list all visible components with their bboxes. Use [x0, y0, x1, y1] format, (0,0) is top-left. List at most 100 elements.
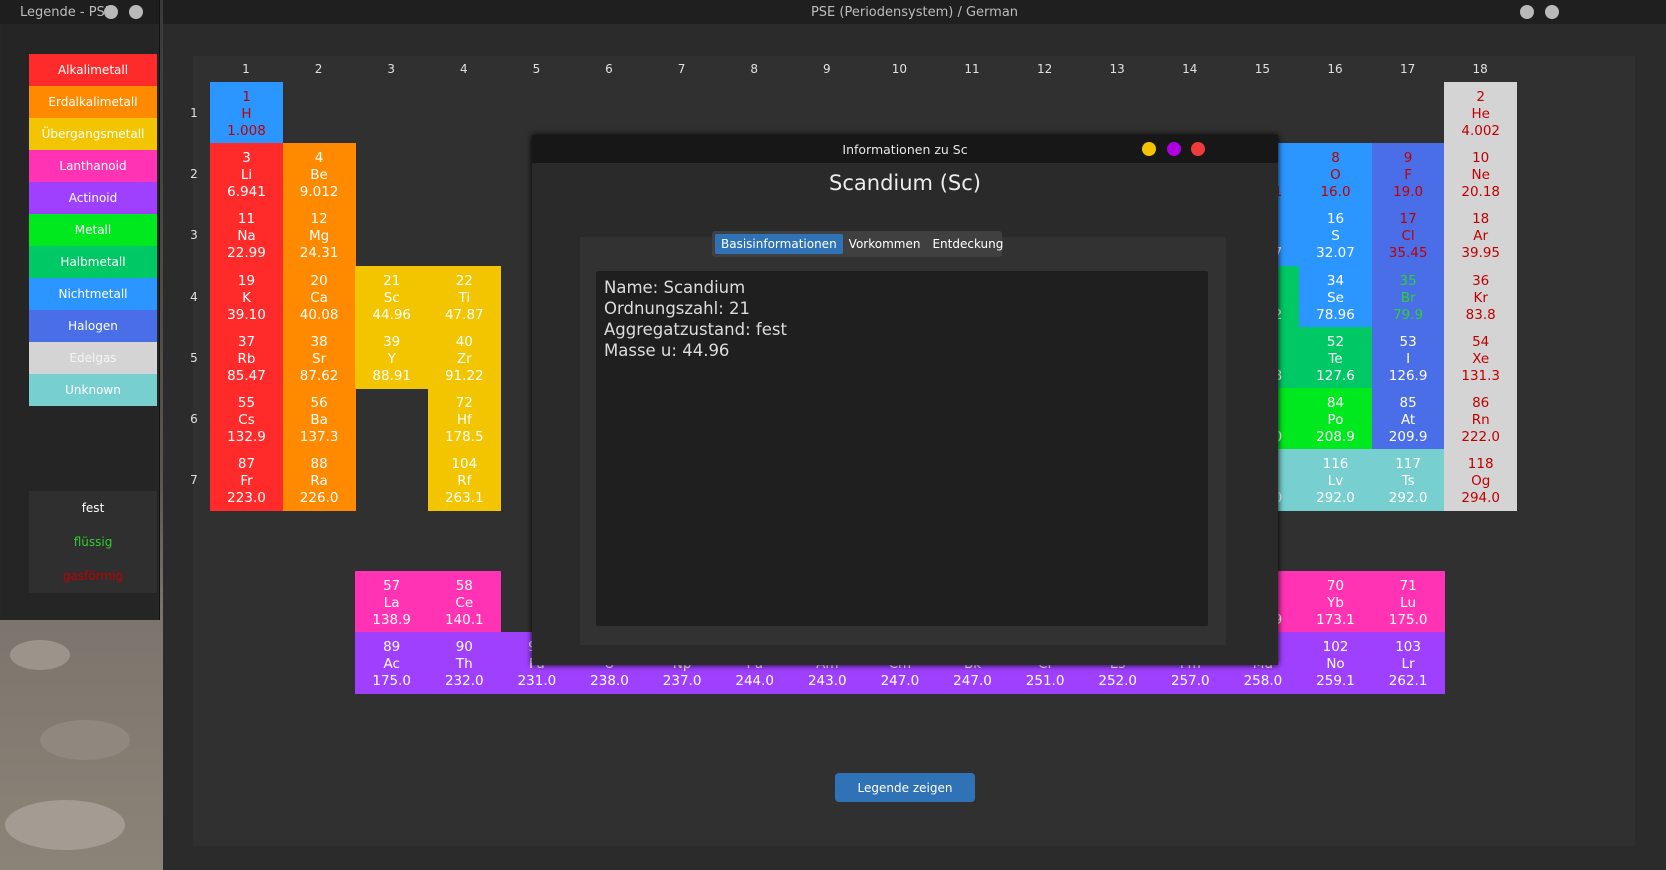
element-cell-br[interactable]: 35 Br 79.9 — [1371, 265, 1445, 328]
element-symbol: Lv — [1327, 473, 1344, 490]
tab-vorkommen[interactable]: Vorkommen — [843, 234, 927, 254]
atomic-number: 52 — [1326, 333, 1345, 350]
element-cell-f[interactable]: 9 F 19.0 — [1371, 143, 1445, 206]
atomic-mass: 231.0 — [517, 673, 557, 689]
element-cell-be[interactable]: 4 Be 9.012 — [282, 143, 356, 206]
atomic-mass: 39.95 — [1461, 245, 1501, 262]
element-symbol: Ce — [455, 595, 474, 611]
atomic-number: 53 — [1399, 333, 1417, 350]
legend-state-item: gasförmig — [62, 569, 124, 583]
group-number: 18 — [1472, 62, 1488, 76]
element-cell-ca[interactable]: 20 Ca 40.08 — [282, 265, 356, 328]
element-cell-li[interactable]: 3 Li 6.941 — [210, 143, 283, 206]
info-text-area: Name: Scandium Ordnungszahl: 21 Aggregat… — [596, 271, 1208, 626]
atomic-number: 36 — [1472, 272, 1490, 289]
atomic-mass: 79.9 — [1393, 306, 1424, 323]
element-cell-mg[interactable]: 12 Mg 24.31 — [282, 204, 356, 267]
element-cell-rn[interactable]: 86 Rn 222.0 — [1444, 388, 1518, 450]
atomic-mass: 78.96 — [1316, 306, 1355, 323]
element-cell-lu[interactable]: 71 Lu 175.0 — [1371, 571, 1445, 633]
dialog-maximize-button[interactable] — [1167, 142, 1181, 156]
atomic-mass: 137.3 — [299, 429, 339, 445]
element-cell-lv[interactable]: 116 Lv 292.0 — [1299, 449, 1372, 512]
element-cell-ar[interactable]: 18 Ar 39.95 — [1444, 204, 1518, 267]
element-cell-ra[interactable]: 88 Ra 226.0 — [282, 449, 356, 512]
atomic-number: 104 — [451, 456, 478, 473]
element-cell-rf[interactable]: 104 Rf 263.1 — [427, 449, 501, 512]
element-cell-og[interactable]: 118 Og 294.0 — [1444, 449, 1518, 512]
element-cell-cs[interactable]: 55 Cs 132.9 — [210, 388, 283, 450]
element-cell-ce[interactable]: 58 Ce 140.1 — [427, 571, 501, 633]
group-number: 3 — [387, 62, 395, 76]
info-line-mass: Masse u: 44.96 — [604, 341, 730, 360]
element-cell-kr[interactable]: 36 Kr 83.8 — [1444, 265, 1518, 328]
element-cell-xe[interactable]: 54 Xe 131.3 — [1444, 326, 1518, 389]
period-number: 4 — [190, 289, 198, 304]
element-cell-h[interactable]: 1 H 1.008 — [210, 82, 283, 144]
atomic-number: 22 — [455, 272, 473, 289]
element-cell-yb[interactable]: 70 Yb 173.1 — [1299, 571, 1372, 633]
atomic-mass: 85.47 — [227, 367, 266, 384]
legend-minimize-button[interactable] — [104, 5, 118, 19]
main-minimize-button[interactable] — [1520, 5, 1534, 19]
atomic-mass: 132.9 — [227, 429, 266, 445]
atomic-number: 88 — [310, 456, 328, 473]
atomic-mass: 222.0 — [1461, 429, 1501, 445]
element-cell-rb[interactable]: 37 Rb 85.47 — [210, 326, 283, 389]
element-cell-se[interactable]: 34 Se 78.96 — [1299, 265, 1372, 328]
element-cell-ba[interactable]: 56 Ba 137.3 — [282, 388, 356, 450]
background-rock — [10, 640, 70, 670]
atomic-mass: 16.0 — [1320, 184, 1351, 201]
element-cell-ts[interactable]: 117 Ts 292.0 — [1371, 449, 1445, 512]
element-cell-y[interactable]: 39 Y 88.91 — [355, 326, 429, 389]
legend-close-button[interactable] — [129, 5, 143, 19]
element-cell-hf[interactable]: 72 Hf 178.5 — [427, 388, 501, 450]
group-number: 14 — [1182, 62, 1198, 76]
dialog-close-button[interactable] — [1191, 142, 1205, 156]
element-cell-ne[interactable]: 10 Ne 20.18 — [1444, 143, 1518, 206]
legend-item-unknown: Unknown — [29, 374, 157, 406]
element-cell-at[interactable]: 85 At 209.9 — [1371, 388, 1445, 450]
atomic-mass: 243.0 — [807, 673, 847, 689]
element-cell-ac[interactable]: 89 Ac 175.0 — [355, 632, 429, 694]
legend-state-list: fest flüssig gasförmig — [29, 491, 157, 593]
element-cell-he[interactable]: 2 He 4.002 — [1444, 82, 1518, 144]
tab-entdeckung[interactable]: Entdeckung — [926, 234, 1009, 254]
element-cell-s[interactable]: 16 S 32.07 — [1299, 204, 1372, 267]
atomic-mass: 258.0 — [1243, 673, 1283, 689]
element-cell-ti[interactable]: 22 Ti 47.87 — [427, 265, 501, 328]
element-cell-cl[interactable]: 17 Cl 35.45 — [1371, 204, 1445, 267]
dialog-minimize-button[interactable] — [1142, 142, 1156, 156]
element-cell-sc[interactable]: 21 Sc 44.96 — [355, 265, 429, 328]
legend-item-actinoid: Actinoid — [29, 182, 157, 214]
atomic-number: 71 — [1399, 578, 1417, 594]
element-cell-po[interactable]: 84 Po 208.9 — [1299, 388, 1372, 450]
atomic-mass: 262.1 — [1388, 673, 1428, 689]
element-symbol: No — [1326, 656, 1345, 672]
element-cell-fr[interactable]: 87 Fr 223.0 — [210, 449, 283, 512]
element-cell-na[interactable]: 11 Na 22.99 — [210, 204, 283, 267]
legend-item-nichtmetall: Nichtmetall — [29, 278, 157, 310]
element-cell-lr[interactable]: 103 Lr 262.1 — [1371, 632, 1445, 694]
element-cell-i[interactable]: 53 I 126.9 — [1371, 326, 1445, 389]
element-cell-o[interactable]: 8 O 16.0 — [1299, 143, 1372, 206]
element-cell-la[interactable]: 57 La 138.9 — [355, 571, 429, 633]
main-close-button[interactable] — [1545, 5, 1559, 19]
tab-basisinformationen[interactable]: Basisinformationen — [715, 234, 843, 254]
element-cell-sr[interactable]: 38 Sr 87.62 — [282, 326, 356, 389]
element-symbol: At — [1400, 412, 1416, 428]
element-cell-k[interactable]: 19 K 39.10 — [210, 265, 283, 328]
group-number: 12 — [1036, 62, 1053, 76]
atomic-number: 18 — [1472, 211, 1490, 228]
group-number: 5 — [532, 62, 541, 76]
element-cell-zr[interactable]: 40 Zr 91.22 — [427, 326, 501, 389]
show-legend-button[interactable]: Legende zeigen — [835, 773, 975, 802]
legend-item-übergangsmetall: Übergangsmetall — [29, 118, 157, 150]
legend-item-halogen: Halogen — [29, 310, 157, 342]
dialog-titlebar: Informationen zu Sc — [532, 135, 1278, 163]
element-cell-te[interactable]: 52 Te 127.6 — [1299, 326, 1372, 389]
element-cell-th[interactable]: 90 Th 232.0 — [427, 632, 501, 694]
element-cell-no[interactable]: 102 No 259.1 — [1299, 632, 1372, 694]
atomic-number: 16 — [1326, 211, 1345, 228]
period-number: 7 — [190, 473, 198, 488]
